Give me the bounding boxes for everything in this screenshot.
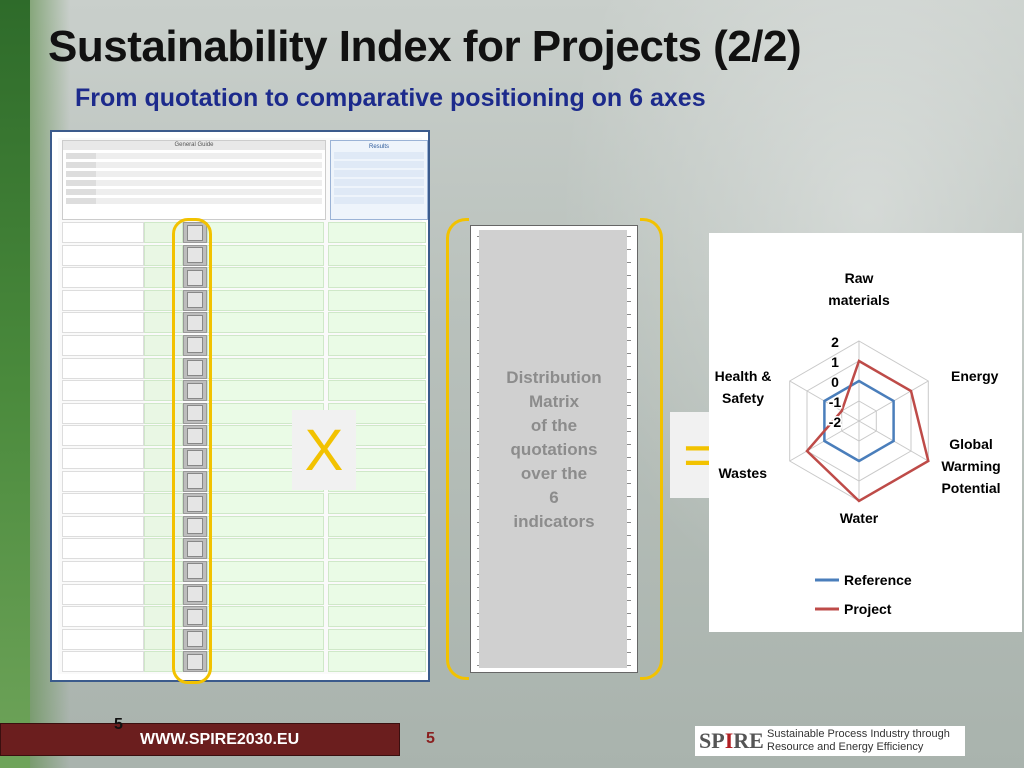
- matrix-label-line: of the: [530, 416, 578, 435]
- general-guide-title: General Guide: [63, 141, 325, 150]
- tick-label: 1: [831, 354, 839, 370]
- page-number: 5: [426, 730, 435, 747]
- matrix-label-line: Matrix: [528, 392, 580, 411]
- right-bracket: [640, 218, 663, 680]
- matrix-label-line: over the: [520, 464, 588, 483]
- multiply-sign: X: [292, 410, 356, 490]
- matrix-label: Distribution Matrix of the quotations ov…: [477, 366, 631, 534]
- spreadsheet-image: General Guide Results: [50, 130, 430, 682]
- page-number-small: 5: [114, 716, 123, 733]
- logo-text-line: Sustainable Process Industry through: [767, 728, 950, 740]
- axis-label: Energy: [951, 368, 999, 384]
- sheet-row: [62, 606, 427, 628]
- axis-label: Global Warming Potential: [941, 436, 1000, 496]
- axis-label: Health & Safety: [715, 368, 772, 406]
- tick-label: 0: [831, 374, 839, 390]
- sheet-row: [62, 583, 427, 605]
- logo-text-line: Resource and Energy Efficiency: [767, 741, 924, 753]
- sheet-row: [62, 380, 427, 402]
- matrix-label-line: indicators: [513, 512, 595, 531]
- radar-chart: 2 1 0 -1 -2 Raw materials Energy Global Warming Po…: [709, 233, 1022, 632]
- sheet-row: [62, 334, 427, 356]
- sheet-row: [62, 222, 427, 243]
- sheet-row: [62, 515, 427, 537]
- website-link[interactable]: WWW.SPIRE2030.EU: [140, 731, 299, 749]
- series-project-line: [805, 359, 930, 503]
- left-bracket: [446, 218, 469, 680]
- logo-caption: Sustainable Process Industry through Res…: [767, 728, 950, 754]
- tick-label: -1: [829, 394, 842, 410]
- sheet-row: [62, 402, 427, 424]
- multiply-text: X: [304, 417, 344, 483]
- matrix-label-line: Distribution: [506, 368, 602, 387]
- sheet-row: [62, 470, 427, 492]
- results-panel: Results: [330, 140, 428, 220]
- sheet-row: [62, 267, 427, 289]
- slide-subtitle: From quotation to comparative positionin…: [75, 84, 706, 112]
- radar-svg: 2 1 0 -1 -2 Raw materials Energy Global Warming Po…: [715, 270, 1001, 617]
- sheet-row: [62, 289, 427, 311]
- legend-label: Reference: [844, 572, 912, 588]
- sheet-row: [62, 651, 427, 673]
- axis-label: Water: [840, 510, 879, 526]
- tick-label: 2: [831, 334, 839, 350]
- sheet-row: [62, 628, 427, 650]
- slide-title: Sustainability Index for Projects (2/2): [48, 22, 802, 71]
- quotation-rows: [62, 222, 427, 673]
- axis-label: Wastes: [718, 465, 767, 481]
- sheet-row: [62, 447, 427, 469]
- spire-logo: SPIRE Sustainable Process Industry throu…: [695, 726, 965, 756]
- general-guide-panel: General Guide: [62, 140, 326, 220]
- sheet-row: [62, 425, 427, 447]
- matrix-label-line: quotations: [510, 440, 598, 459]
- axis-label: Raw materials: [828, 270, 890, 308]
- sheet-row: [62, 357, 427, 379]
- sheet-row: [62, 538, 427, 560]
- sheet-row: [62, 244, 427, 266]
- results-title: Results: [368, 144, 389, 150]
- tick-label: -2: [829, 414, 842, 430]
- sheet-row: [62, 560, 427, 582]
- column-highlight: [172, 218, 212, 684]
- spire-logo-mark: SPIRE: [699, 728, 764, 753]
- sheet-row: [62, 312, 427, 334]
- sheet-row: [62, 493, 427, 515]
- background-green-strip: [0, 0, 30, 768]
- legend-label: Project: [844, 601, 892, 617]
- matrix-label-line: 6: [549, 488, 559, 507]
